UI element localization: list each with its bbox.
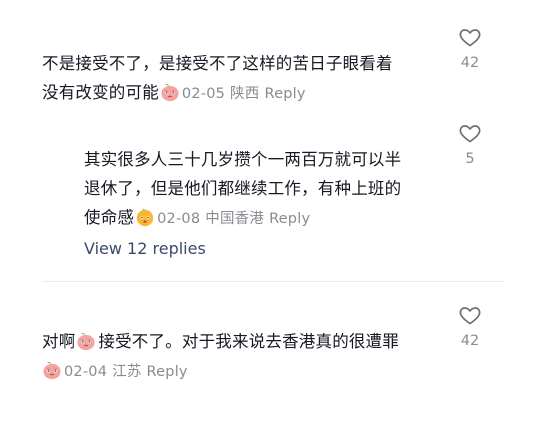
like-count: 42	[460, 55, 480, 71]
comment-text-line: 其实很多人三十几岁攒个一两百万就可以半	[84, 150, 402, 169]
comment-date: 02-05	[181, 86, 226, 102]
comment-text-line: 没有改变的可能	[42, 83, 159, 102]
reply-item: 其实很多人三十几岁攒个一两百万就可以半 退休了，但是他们都继续工作，有种上班的 …	[84, 145, 444, 234]
comment-item: 不是接受不了，是接受不了这样的苦日子眼看着 没有改变的可能 02-05 陕西 Repl…	[42, 49, 442, 109]
like-control: 42	[450, 25, 490, 71]
comment-text: 对啊 接受不了。对于我来说去香港真的很遭罪 02-04 江苏 Reply	[42, 327, 442, 387]
comment-date: 02-08	[157, 211, 201, 227]
comment-date: 02-04	[64, 364, 108, 380]
comment-text-line: 退休了，但是他们都继续工作，有种上班的	[84, 179, 402, 198]
comment-text: 其实很多人三十几岁攒个一两百万就可以半 退休了，但是他们都继续工作，有种上班的 …	[84, 145, 444, 234]
reply-button[interactable]: Reply	[264, 86, 305, 102]
comment-location: 江苏	[112, 364, 142, 380]
comment-text: 不是接受不了，是接受不了这样的苦日子眼看着 没有改变的可能 02-05 陕西 Repl…	[42, 49, 442, 109]
comment-location: 陕西	[230, 86, 260, 102]
view-replies-button[interactable]: View 12 replies	[84, 239, 206, 258]
heart-icon[interactable]	[458, 303, 482, 327]
comment-text-line: 接受不了。对于我来说去香港真的很遭罪	[98, 332, 400, 351]
comment-text-line: 不是接受不了，是接受不了这样的苦日子眼看着	[42, 54, 393, 73]
like-control: 5	[450, 121, 490, 167]
comment-meta: 02-08 中国香港 Reply	[157, 211, 310, 227]
orange-face-emoji	[135, 207, 155, 227]
comment-location: 中国香港	[205, 211, 265, 227]
like-count: 42	[460, 333, 480, 349]
peach-face-emoji	[160, 82, 180, 102]
like-control: 42	[450, 303, 490, 349]
comment-meta: 02-04 江苏 Reply	[64, 364, 188, 380]
divider	[42, 281, 504, 282]
like-count: 5	[465, 151, 475, 167]
comment-text-line: 使命感	[84, 208, 135, 227]
peach-face-emoji	[76, 331, 96, 351]
heart-icon[interactable]	[458, 121, 482, 145]
comment-item: 对啊 接受不了。对于我来说去香港真的很遭罪 02-04 江苏 Reply	[42, 327, 442, 387]
peach-face-emoji	[42, 360, 62, 380]
reply-button[interactable]: Reply	[269, 211, 310, 227]
heart-icon[interactable]	[458, 25, 482, 49]
reply-button[interactable]: Reply	[147, 364, 188, 380]
comment-text-line: 对啊	[42, 332, 76, 351]
comment-meta: 02-05 陕西 Reply	[182, 86, 306, 102]
